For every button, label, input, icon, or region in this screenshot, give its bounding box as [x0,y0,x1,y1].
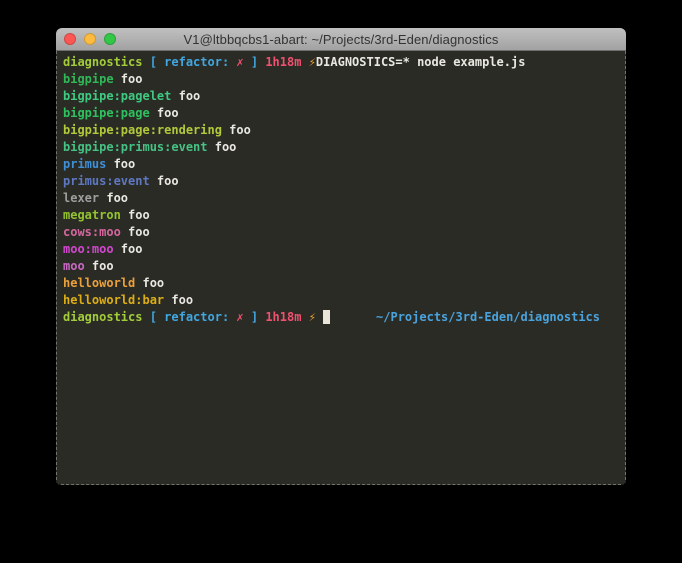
terminal-line: moo:moo foo [63,241,619,258]
terminal-text-segment: foo [114,72,143,86]
terminal-window: V1@ltbbqcbs1-abart: ~/Projects/3rd-Eden/… [56,28,626,485]
prompt-right-path: ~/Projects/3rd-Eden/diagnostics [376,309,600,326]
terminal-text-segment: foo [150,106,179,120]
terminal-line: bigpipe:page:rendering foo [63,122,619,139]
terminal-text-segment: primus [63,157,106,171]
terminal-text-segment: bigpipe:pagelet [63,89,171,103]
terminal-text-segment: ⚡ [309,55,316,69]
terminal-text-segment: ✗ [236,55,243,69]
terminal-text-segment: bigpipe [63,72,114,86]
terminal-text-segment: foo [150,174,179,188]
terminal-cursor [323,310,330,324]
terminal-line: helloworld foo [63,275,619,292]
terminal-content[interactable]: diagnostics [ refactor: ✗ ] 1h18m ⚡DIAGN… [56,51,626,485]
terminal-line: primus foo [63,156,619,173]
terminal-text-segment: foo [222,123,251,137]
terminal-text-segment: foo [121,225,150,239]
terminal-text-segment: bigpipe:primus:event [63,140,208,154]
desktop-background: V1@ltbbqcbs1-abart: ~/Projects/3rd-Eden/… [0,0,682,563]
terminal-text-segment: foo [121,208,150,222]
terminal-text-segment: foo [171,89,200,103]
close-button[interactable] [64,33,76,45]
terminal-line: diagnostics [ refactor: ✗ ] 1h18m ⚡DIAGN… [63,54,619,71]
terminal-text-segment: foo [164,293,193,307]
terminal-text-segment: [ refactor: [150,310,237,324]
terminal-text-segment: lexer [63,191,99,205]
terminal-line: bigpipe:page foo [63,105,619,122]
terminal-text-segment: DIAGNOSTICS=* node example.js [316,55,526,69]
terminal-line: bigpipe foo [63,71,619,88]
terminal-text-segment: cows:moo [63,225,121,239]
terminal-text-segment: bigpipe:page [63,106,150,120]
terminal-text-segment: foo [106,157,135,171]
terminal-text-segment: helloworld [63,276,135,290]
terminal-line: lexer foo [63,190,619,207]
terminal-text-segment: foo [99,191,128,205]
terminal-line: primus:event foo [63,173,619,190]
terminal-line: cows:moo foo [63,224,619,241]
terminal-text-segment: ⚡ [309,310,323,324]
terminal-text-segment: 1h18m [265,310,308,324]
zoom-button[interactable] [104,33,116,45]
terminal-line: megatron foo [63,207,619,224]
terminal-text-segment: moo:moo [63,242,114,256]
terminal-text-segment: 1h18m [265,55,308,69]
terminal-text-segment: ] [244,55,266,69]
terminal-line: bigpipe:primus:event foo [63,139,619,156]
terminal-text-segment: helloworld:bar [63,293,164,307]
terminal-text-segment: [ refactor: [150,55,237,69]
terminal-text-segment: foo [85,259,114,273]
terminal-text-segment: primus:event [63,174,150,188]
terminal-text-segment: moo [63,259,85,273]
terminal-line: moo foo [63,258,619,275]
terminal-text-segment: ✗ [236,310,243,324]
traffic-lights [64,33,116,45]
terminal-line: helloworld:bar foo [63,292,619,309]
terminal-text-segment: megatron [63,208,121,222]
terminal-line: diagnostics [ refactor: ✗ ] 1h18m ⚡ ~/Pr… [63,309,619,326]
terminal-text-segment: diagnostics [63,55,150,69]
terminal-text-segment: foo [114,242,143,256]
minimize-button[interactable] [84,33,96,45]
window-title: V1@ltbbqcbs1-abart: ~/Projects/3rd-Eden/… [184,32,499,47]
terminal-text-segment: ] [244,310,266,324]
terminal-text-segment: foo [208,140,237,154]
terminal-line: bigpipe:pagelet foo [63,88,619,105]
window-titlebar[interactable]: V1@ltbbqcbs1-abart: ~/Projects/3rd-Eden/… [56,28,626,51]
terminal-text-segment: foo [135,276,164,290]
terminal-text-segment: bigpipe:page:rendering [63,123,222,137]
terminal-text-segment: diagnostics [63,310,150,324]
